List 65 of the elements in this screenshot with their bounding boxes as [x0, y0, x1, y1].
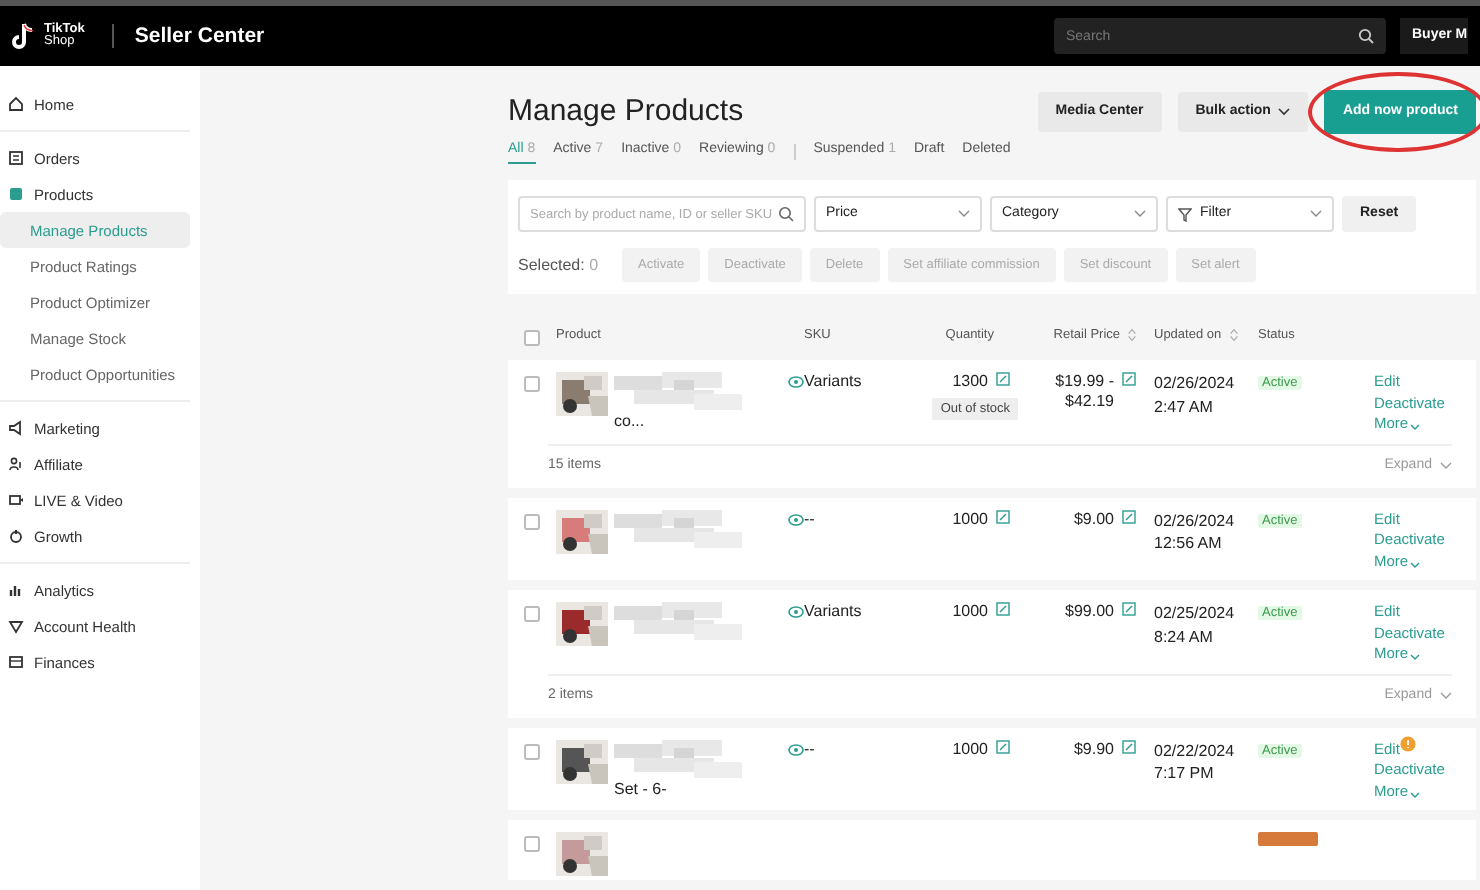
table-cell-text: 8:24 AM — [1154, 625, 1215, 649]
caret-icon — [1410, 791, 1421, 799]
table-cell-text: $19.99 - $42.19 — [1053, 372, 1114, 411]
checkbox[interactable] — [524, 330, 540, 346]
selected-count: Selected: 0 — [518, 255, 599, 275]
checkbox[interactable] — [524, 513, 540, 529]
table-cell-text: Variants — [804, 602, 864, 622]
edit-icon — [996, 509, 1010, 523]
caret-icon — [1410, 654, 1421, 662]
caret-icon — [958, 210, 970, 218]
checkbox[interactable] — [524, 836, 540, 852]
caret-icon — [1410, 561, 1421, 569]
table-cell-text: 02/25/2024 — [1154, 602, 1237, 626]
table-cell: $9.90 — [1073, 739, 1114, 759]
people-icon — [8, 456, 24, 472]
table-cell: 1300 — [952, 372, 988, 392]
bar-chart-icon — [8, 582, 24, 598]
table-cell-text: 12:56 AM — [1154, 532, 1224, 556]
table-cell: $99.00 — [1065, 602, 1114, 622]
logo-icon — [12, 22, 36, 50]
edit-icon — [1122, 372, 1136, 386]
edit-icon — [1122, 509, 1136, 523]
table-cell-text: 02/26/2024 — [1154, 372, 1237, 396]
product-name: Set - 6- — [614, 779, 669, 799]
edit-icon — [1122, 739, 1136, 753]
megaphone-icon — [8, 420, 24, 436]
table-cell-text: -- — [804, 739, 817, 759]
edit-icon — [1122, 602, 1136, 616]
clock-icon — [8, 528, 24, 544]
table-cell: 1000 — [952, 739, 988, 759]
chevron-icon — [1440, 691, 1452, 700]
table-cell-text: 02/22/2024 — [1154, 739, 1237, 763]
checkbox[interactable] — [524, 743, 540, 759]
edit-icon — [996, 372, 1010, 386]
product-name: co... — [614, 412, 647, 432]
document-icon — [8, 150, 24, 166]
table-cell-text: 2:47 AM — [1154, 395, 1215, 419]
edit-icon — [996, 739, 1010, 753]
camera-icon — [8, 492, 24, 508]
chevron-icon — [1440, 461, 1452, 470]
search-icon — [1358, 28, 1374, 44]
edit-icon — [996, 602, 1010, 616]
caret-icon — [1278, 108, 1291, 116]
app-title: Seller Center — [112, 23, 265, 49]
eye-icon — [788, 743, 804, 755]
checkbox[interactable] — [524, 606, 540, 622]
table-cell: 1000 — [952, 602, 988, 622]
table-cell-text: Variants — [804, 372, 864, 392]
card-icon — [8, 654, 24, 670]
page-title: Manage Products — [508, 94, 744, 130]
caret-icon — [1310, 210, 1322, 218]
caret-icon — [1410, 424, 1421, 432]
table-cell-text: 7:17 PM — [1154, 762, 1216, 786]
table-cell: $9.00 — [1073, 509, 1114, 529]
table-cell: 1000 — [952, 509, 988, 529]
table-cell-text: 02/26/2024 — [1154, 509, 1237, 533]
search-icon — [778, 206, 794, 222]
eye-icon — [788, 513, 804, 525]
home-icon — [8, 96, 24, 112]
eye-icon — [788, 606, 804, 618]
table-cell-text: -- — [804, 509, 817, 529]
checkbox[interactable] — [524, 376, 540, 392]
funnel-icon — [1178, 207, 1192, 221]
caret-icon — [1134, 210, 1146, 218]
eye-icon — [788, 376, 804, 388]
